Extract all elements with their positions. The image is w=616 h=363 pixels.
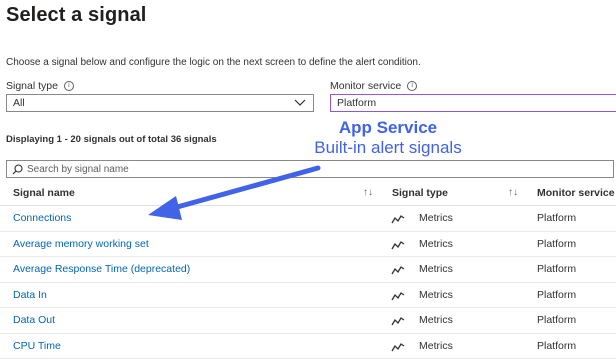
- monitor-service-cell: Platform: [537, 288, 577, 301]
- monitor-service-label: Monitor service: [330, 80, 402, 92]
- monitor-service-label-group: Monitor service i: [330, 80, 418, 92]
- table-row[interactable]: Average memory working set Metrics Platf…: [0, 232, 616, 257]
- search-icon: [12, 163, 23, 174]
- signal-type-cell: Metrics: [419, 237, 453, 250]
- signal-type-cell: Metrics: [419, 288, 453, 301]
- info-icon[interactable]: i: [407, 81, 418, 91]
- table-row[interactable]: Connections Metrics Platform: [0, 206, 616, 232]
- annotation-callout: App Service Built-in alert signals: [298, 118, 478, 158]
- monitor-service-cell: Platform: [537, 314, 577, 326]
- signal-name-link[interactable]: Average Response Time (deprecated): [13, 263, 190, 275]
- column-header-monitor-service[interactable]: Monitor service: [537, 187, 615, 199]
- signal-type-label-group: Signal type i: [6, 80, 74, 92]
- metrics-line-icon: [391, 342, 405, 351]
- sort-icon[interactable]: ↑↓: [363, 187, 373, 198]
- search-placeholder: Search by signal name: [27, 163, 129, 175]
- table-row[interactable]: Data In Metrics Platform: [0, 283, 616, 308]
- sort-icon[interactable]: ↑↓: [508, 187, 518, 198]
- signal-type-label: Signal type: [6, 80, 58, 92]
- signal-type-cell: Metrics: [419, 339, 453, 352]
- metrics-line-icon: [391, 240, 405, 249]
- page-title: Select a signal: [6, 4, 147, 26]
- signal-type-value: All: [13, 97, 25, 109]
- annotation-subtitle: Built-in alert signals: [314, 138, 462, 157]
- signal-count-text: Displaying 1 - 20 signals out of total 3…: [6, 134, 217, 145]
- signal-name-link[interactable]: Data In: [13, 289, 47, 301]
- info-icon[interactable]: i: [63, 81, 74, 91]
- signal-type-cell: Metrics: [419, 212, 453, 224]
- monitor-service-cell: Platform: [537, 237, 577, 250]
- metrics-line-icon: [391, 317, 405, 326]
- signal-type-dropdown[interactable]: All: [6, 94, 314, 112]
- metrics-line-icon: [391, 215, 405, 224]
- table-row[interactable]: Data Out Metrics Platform: [0, 308, 616, 334]
- monitor-service-cell: Platform: [537, 263, 577, 275]
- chevron-down-icon: [294, 99, 306, 106]
- metrics-line-icon: [391, 291, 405, 300]
- signal-name-link[interactable]: Data Out: [13, 314, 55, 326]
- signal-type-cell: Metrics: [419, 263, 453, 275]
- monitor-service-value: Platform: [337, 97, 377, 109]
- monitor-service-field[interactable]: Platform: [330, 94, 616, 112]
- signal-name-link[interactable]: CPU Time: [13, 340, 61, 352]
- monitor-service-cell: Platform: [537, 212, 577, 224]
- signal-type-cell: Metrics: [419, 314, 453, 326]
- metrics-line-icon: [391, 266, 405, 275]
- column-header-signal-name[interactable]: Signal name: [13, 187, 75, 199]
- table-row[interactable]: CPU Time Metrics Platform: [0, 334, 616, 359]
- column-header-signal-type[interactable]: Signal type: [392, 187, 448, 199]
- signal-name-link[interactable]: Connections: [13, 212, 71, 224]
- table-header: Signal name ↑↓ Signal type ↑↓ Monitor se…: [0, 180, 616, 206]
- table-row[interactable]: Average Response Time (deprecated) Metri…: [0, 257, 616, 283]
- annotation-title: App Service: [338, 118, 438, 137]
- monitor-service-cell: Platform: [537, 339, 577, 352]
- search-input[interactable]: Search by signal name: [6, 160, 614, 178]
- signal-name-link[interactable]: Average memory working set: [13, 238, 149, 250]
- page-description: Choose a signal below and configure the …: [6, 57, 421, 68]
